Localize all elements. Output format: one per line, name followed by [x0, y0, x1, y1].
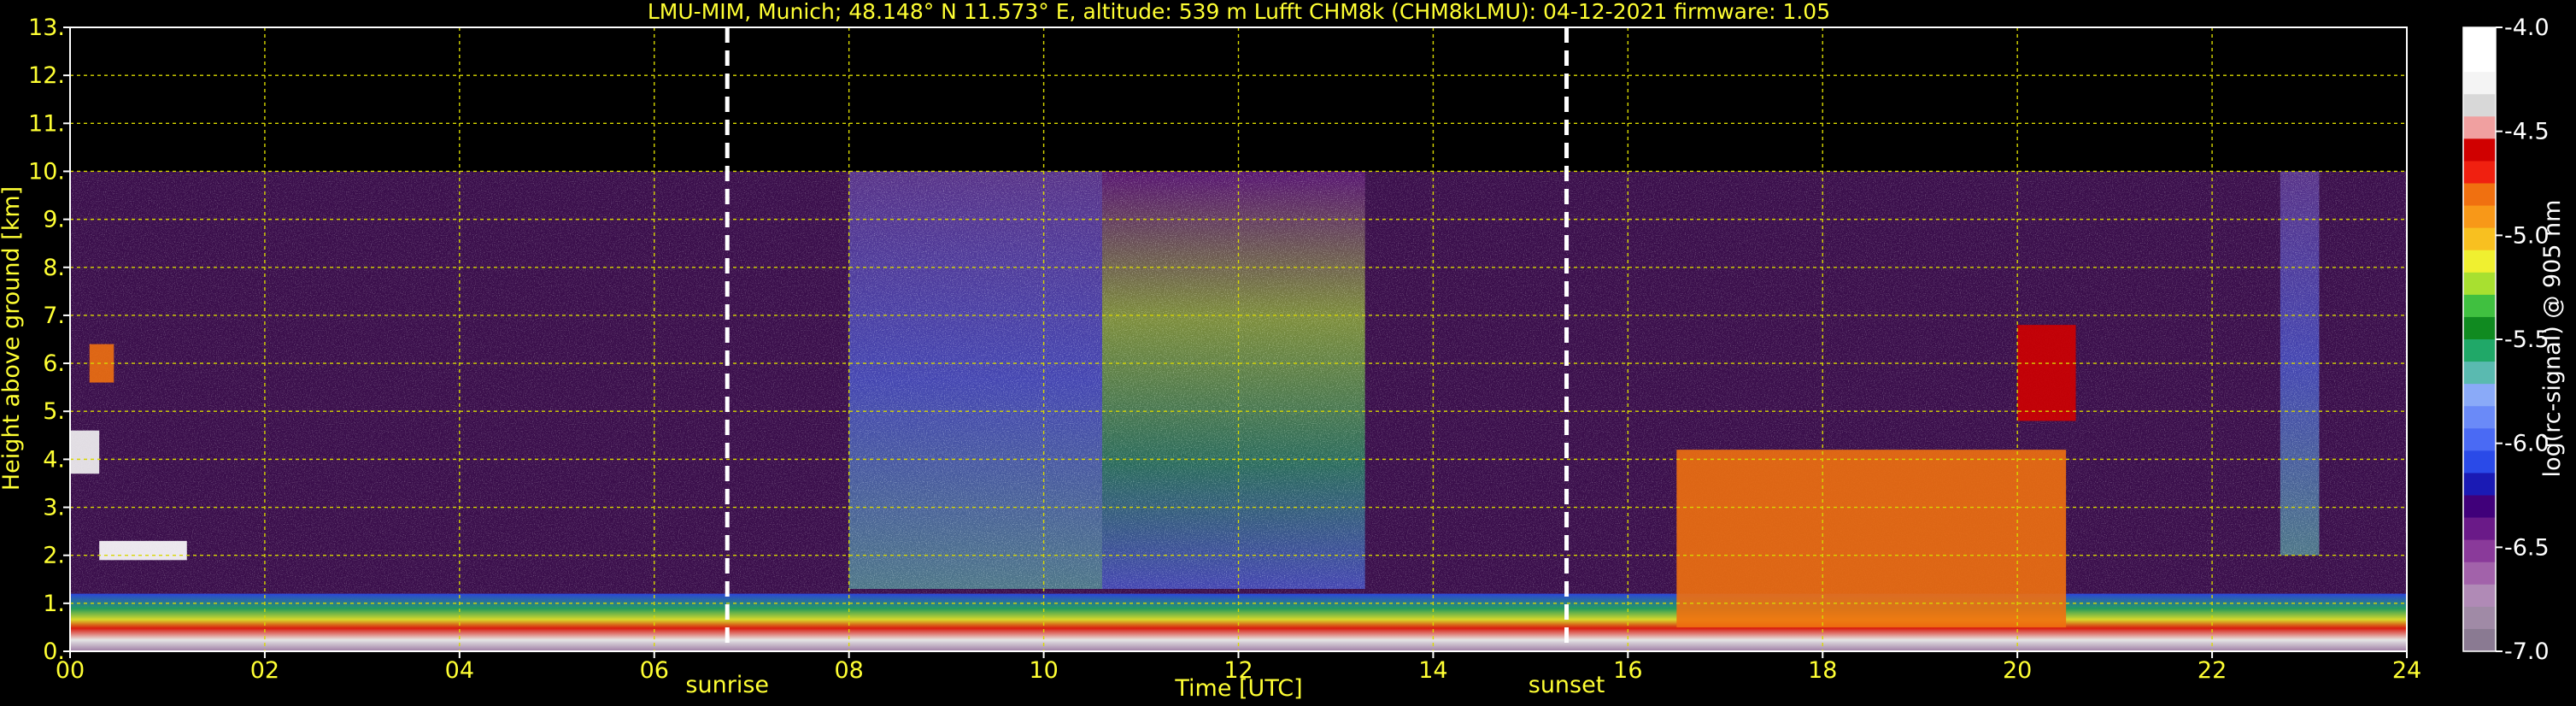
heatmap-layer-cloud: [1676, 450, 2067, 627]
colorbar-tick-label: -4.0: [2504, 15, 2550, 41]
heatmap-cell: [2017, 325, 2076, 421]
heatmap-layer-enhanced-signal-column: [848, 171, 1102, 589]
colorbar-segment: [2463, 539, 2496, 563]
x-tick-label: 06: [640, 657, 669, 684]
colorbar-segment: [2463, 517, 2496, 541]
colorbar-segment: [2463, 428, 2496, 451]
chart-title: LMU-MIM, Munich; 48.148° N 11.573° E, al…: [648, 0, 1830, 24]
colorbar-segment: [2463, 339, 2496, 362]
colorbar-segment: [2463, 384, 2496, 407]
colorbar-segment: [2463, 406, 2496, 429]
colorbar-segment: [2463, 606, 2496, 630]
colorbar-label: log(rc-signal) @ 905 nm: [2539, 200, 2566, 478]
y-tick-label: 4.: [43, 446, 65, 473]
y-tick-label: 10.: [28, 158, 65, 185]
y-tick-label: 7.: [43, 303, 65, 329]
colorbar-segment: [2463, 450, 2496, 474]
x-tick-label: 18: [1808, 657, 1837, 684]
colorbar-segment: [2463, 27, 2496, 50]
colorbar: -4.0-4.5-5.0-5.5-6.0-6.5-7.0: [2462, 15, 2550, 665]
sunset-label: sunset: [1529, 672, 1605, 698]
x-tick-label: 20: [2003, 657, 2032, 684]
colorbar-segment: [2463, 205, 2496, 229]
colorbar-segment: [2463, 562, 2496, 585]
y-tick-label: 8.: [43, 255, 65, 281]
x-tick-label: 14: [1418, 657, 1447, 684]
y-tick-label: 0.: [43, 638, 65, 665]
x-tick-label: 08: [834, 657, 863, 684]
colorbar-segment: [2463, 473, 2496, 497]
colorbar-segment: [2463, 294, 2496, 318]
y-tick-label: 1.: [43, 591, 65, 617]
colorbar-segment: [2463, 161, 2496, 185]
x-tick-label: 10: [1029, 657, 1058, 684]
colorbar-segment: [2463, 138, 2496, 162]
heatmap-speckle: [1101, 171, 1365, 589]
colorbar-segment: [2463, 183, 2496, 207]
colorbar-segment: [2463, 227, 2496, 251]
y-tick-label: 12.: [28, 62, 65, 89]
y-tick-label: 9.: [43, 207, 65, 233]
colorbar-segment: [2463, 362, 2496, 385]
colorbar-segment: [2463, 50, 2496, 73]
colorbar-segment: [2463, 272, 2496, 296]
x-axis-label: Time [UTC]: [1174, 675, 1302, 702]
y-tick-label: 11.: [28, 110, 65, 137]
x-tick-label: 02: [250, 657, 279, 684]
colorbar-segment: [2463, 250, 2496, 274]
colorbar-tick-label: -7.0: [2504, 638, 2550, 665]
x-tick-label: 16: [1613, 657, 1642, 684]
heatmap-cell: [1676, 450, 2067, 627]
x-tick-label: 04: [445, 657, 474, 684]
colorbar-tick-label: -6.5: [2504, 534, 2550, 561]
y-tick-label: 3.: [43, 495, 65, 521]
heatmap-layer-cloud: [2017, 325, 2076, 421]
colorbar-segment: [2463, 584, 2496, 608]
y-tick-label: 5.: [43, 398, 65, 425]
heatmap-layer-enhanced-signal-column: [1101, 171, 1365, 589]
y-axis-label: Height above ground [km]: [0, 186, 25, 491]
heatmap-speckle: [848, 171, 1102, 589]
colorbar-segment: [2463, 495, 2496, 519]
heatmap-layer-cloud: [70, 430, 100, 474]
colorbar-tick-label: -4.5: [2504, 119, 2550, 145]
y-tick-label: 6.: [43, 350, 65, 377]
heatmap-layer-elevated-aerosol-layer: [99, 540, 187, 561]
colorbar-segment: [2463, 316, 2496, 340]
colorbar-segment: [2463, 116, 2496, 139]
colorbar-segment: [2463, 94, 2496, 117]
y-tick-label: 13.: [28, 15, 65, 41]
heatmap-plot-area: [70, 27, 2407, 651]
sunrise-label: sunrise: [685, 672, 769, 698]
x-tick-label: 22: [2198, 657, 2227, 684]
y-tick-label: 2.: [43, 543, 65, 569]
ceilometer-chart: sunrise sunset 00 02 04 06 08 10 12 14 16 18 20 22 24…: [0, 0, 2566, 702]
x-tick-label: 24: [2392, 657, 2421, 684]
colorbar-segment: [2463, 628, 2496, 652]
heatmap-cell: [99, 540, 187, 561]
heatmap-cell: [70, 430, 100, 474]
colorbar-segment: [2463, 72, 2496, 95]
